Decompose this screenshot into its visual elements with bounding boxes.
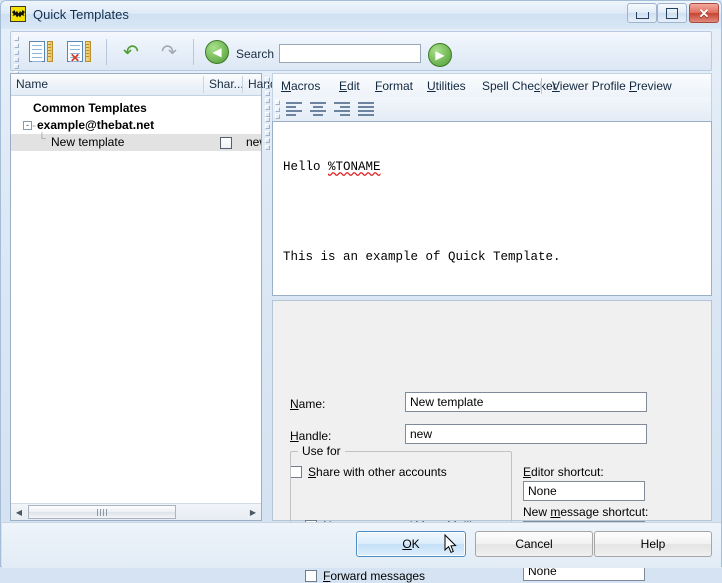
quick-templates-window: Quick Templates ✕ ✕ ↶ ↷ ◀ Search ▶ Name …	[0, 0, 722, 583]
window-title: Quick Templates	[33, 7, 129, 22]
menu-macros[interactable]: Macros	[277, 77, 324, 95]
bat-icon	[10, 6, 26, 22]
delete-template-button[interactable]: ✕	[63, 37, 95, 67]
tree-item-new-template[interactable]: └ New template new	[11, 133, 261, 151]
menu-preview[interactable]: Preview	[625, 77, 676, 95]
handle-input[interactable]	[405, 424, 647, 444]
search-label: Search	[236, 47, 275, 61]
editor-spell-word: %TONAME	[328, 160, 381, 174]
maximize-button[interactable]	[657, 3, 687, 23]
ok-button[interactable]: OK	[356, 531, 466, 557]
editor-shortcut-input[interactable]	[523, 481, 645, 501]
search-go-button[interactable]: ▶	[428, 43, 452, 67]
toolbar-grip[interactable]	[14, 36, 19, 83]
usefor-label: Forward messages	[323, 569, 426, 583]
tree-column-header: Name Shar... Handl	[11, 74, 279, 96]
checkbox-icon	[220, 136, 232, 149]
menu-label: iewer Profile	[559, 79, 626, 93]
play-arrow-icon: ▶	[428, 43, 452, 67]
tree-body: Common Templates - - example@thebat.net …	[11, 95, 261, 503]
align-justify-button[interactable]	[355, 101, 377, 117]
menu-edit[interactable]: Edit	[335, 77, 364, 95]
menu-viewer-profile[interactable]: Viewer Profile	[548, 77, 630, 95]
align-right-button[interactable]	[331, 101, 353, 117]
redo-icon: ↷	[161, 41, 177, 63]
tree-item-account[interactable]: - - example@thebat.net	[11, 117, 261, 134]
column-header-share[interactable]: Shar...	[204, 74, 243, 94]
menu-label: review	[637, 79, 672, 93]
menu-separator	[541, 78, 542, 94]
cancel-button[interactable]: Cancel	[475, 531, 593, 557]
new-template-button[interactable]	[25, 37, 57, 67]
handle-label: Handle:	[290, 429, 332, 443]
editor-menu-bar: Macros Edit Format Utilities Spell Check…	[272, 73, 712, 97]
align-left-button[interactable]	[283, 101, 305, 117]
splitter-grip-top	[265, 77, 270, 119]
dialog-button-bar: OK Cancel Help	[2, 522, 721, 568]
format-toolbar-grip[interactable]	[275, 100, 280, 126]
undo-button[interactable]: ↶	[115, 37, 147, 67]
checkbox-icon	[305, 570, 317, 582]
editor-text: Hello	[283, 160, 329, 174]
close-button[interactable]: ✕	[689, 3, 719, 23]
tree-item-share-checkbox[interactable]	[207, 134, 245, 151]
tree-item-handle: new	[246, 135, 261, 149]
search-input[interactable]	[279, 44, 421, 63]
editor-shortcut-label: Editor shortcut:	[523, 465, 604, 479]
maximize-icon	[666, 7, 678, 19]
tree-horizontal-scrollbar[interactable]: ◀ ▶	[11, 503, 261, 520]
menu-label: acros	[291, 79, 321, 93]
menu-label: Spell Che	[482, 79, 535, 93]
undo-icon: ↶	[123, 41, 139, 63]
menu-utilities[interactable]: Utilities	[423, 77, 470, 95]
template-properties-panel: Name: Handle: Share with other accounts …	[272, 300, 712, 583]
main-toolbar: ✕ ↶ ↷ ◀ Search ▶	[10, 31, 712, 83]
menu-format[interactable]: Format	[371, 77, 417, 95]
menu-label: tilities	[435, 79, 466, 93]
use-for-legend: Use for	[298, 444, 345, 458]
tree-item-label: New template	[51, 135, 125, 149]
scroll-left-arrow-icon[interactable]: ◀	[12, 505, 26, 519]
scrollbar-thumb[interactable]	[28, 505, 176, 519]
align-center-button[interactable]	[307, 101, 329, 117]
tree-item-label: example@thebat.net	[37, 118, 155, 132]
tree-item-label: Common Templates	[33, 101, 147, 115]
toolbar-separator	[106, 39, 107, 65]
redo-button[interactable]: ↷	[153, 37, 185, 67]
close-icon: ✕	[698, 5, 710, 21]
new-message-shortcut-label: New message shortcut:	[523, 505, 649, 519]
bat-glyph	[11, 9, 25, 17]
toolbar-separator-2	[193, 39, 194, 65]
editor-line: Hello %TONAME	[283, 160, 701, 175]
title-bar: Quick Templates ✕	[1, 1, 721, 29]
name-input[interactable]	[405, 392, 647, 412]
editor-side: Macros Edit Format Utilities Spell Check…	[272, 73, 712, 583]
menu-label: ormat	[382, 79, 414, 93]
back-arrow-icon: ◀	[205, 40, 229, 64]
delete-template-icon: ✕	[67, 41, 91, 64]
new-template-icon	[29, 41, 53, 63]
tree-item-common-templates[interactable]: Common Templates	[11, 100, 261, 117]
help-button[interactable]: Help	[594, 531, 712, 557]
templates-tree-panel: Name Shar... Handl Common Templates - - …	[10, 73, 279, 521]
panel-splitter[interactable]	[264, 73, 272, 521]
splitter-grip-mid	[265, 117, 270, 152]
ok-label: OK	[402, 537, 420, 551]
usefor-forward-messages-checkbox[interactable]: Forward messages	[305, 569, 425, 583]
format-toolbar	[272, 97, 712, 126]
back-button[interactable]: ◀	[201, 37, 233, 67]
editor-text: This is an example of Quick Template.	[283, 250, 561, 264]
minimize-icon	[635, 11, 649, 19]
scroll-right-arrow-icon[interactable]: ▶	[246, 505, 260, 519]
editor-line: This is an example of Quick Template.	[283, 250, 701, 265]
minimize-button[interactable]	[627, 3, 657, 23]
column-header-name[interactable]: Name	[11, 74, 203, 94]
template-text-editor[interactable]: Hello %TONAME This is an example of Quic…	[272, 121, 712, 296]
name-label: Name:	[290, 397, 326, 411]
expander-icon[interactable]: -	[23, 121, 32, 130]
menu-label: dit	[347, 79, 360, 93]
